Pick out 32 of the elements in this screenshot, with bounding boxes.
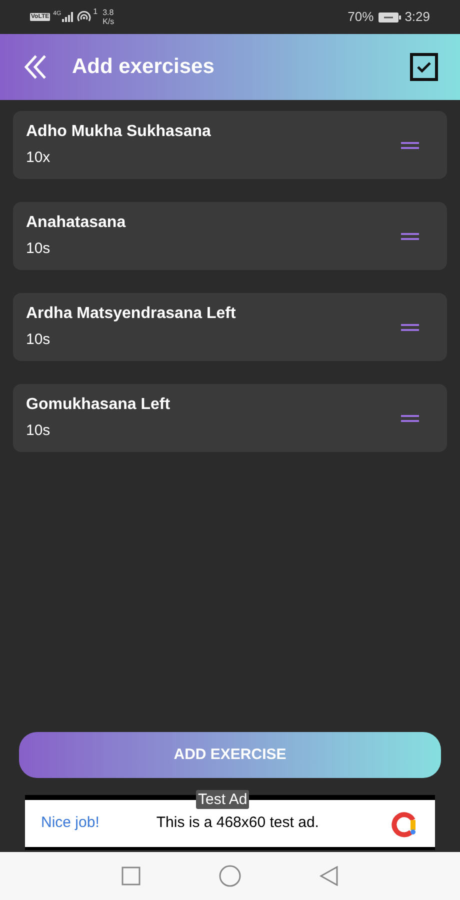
exercise-name: Ardha Matsyendrasana Left	[26, 304, 237, 324]
exercise-card[interactable]: Ardha Matsyendrasana Left 10s	[13, 293, 447, 361]
clock: 3:29	[404, 8, 430, 26]
exercise-card[interactable]: Gomukhasana Left 10s	[13, 384, 447, 452]
confirm-checkbox-icon[interactable]	[410, 53, 438, 81]
exercise-name: Adho Mukha Sukhasana	[26, 122, 212, 142]
back-nav-icon[interactable]	[319, 866, 339, 886]
ad-text: This is a 468x60 test ad.	[156, 813, 319, 834]
exercise-amount: 10s	[26, 421, 52, 441]
exercise-amount: 10s	[26, 239, 52, 259]
exercise-card[interactable]: Anahatasana 10s	[13, 202, 447, 270]
exercise-amount: 10x	[26, 148, 52, 168]
exercise-amount: 10s	[26, 330, 52, 350]
drag-handle-icon[interactable]	[401, 414, 419, 422]
drag-handle-icon[interactable]	[401, 324, 419, 330]
exercise-card[interactable]: Adho Mukha Sukhasana 10x	[13, 111, 447, 179]
exercise-name: Gomukhasana Left	[26, 395, 172, 415]
network-speed: 3.8	[102, 8, 114, 17]
battery-icon	[378, 12, 402, 22]
exercise-name: Anahatasana	[26, 213, 127, 233]
recent-apps-icon[interactable]	[121, 866, 141, 886]
drag-handle-icon[interactable]	[401, 232, 419, 240]
speed-unit: K/s	[102, 17, 114, 26]
screen-title: Add exercises	[72, 54, 214, 80]
notification-count: 1	[93, 6, 98, 18]
signal-icon	[62, 12, 74, 22]
drag-handle-icon[interactable]	[401, 142, 419, 148]
battery-percent: 70%	[348, 8, 374, 26]
ad-headline: Nice job!	[41, 813, 100, 834]
home-icon[interactable]	[219, 865, 241, 887]
hotspot-icon	[77, 11, 92, 23]
test-ad-badge: Test Ad	[196, 790, 250, 809]
